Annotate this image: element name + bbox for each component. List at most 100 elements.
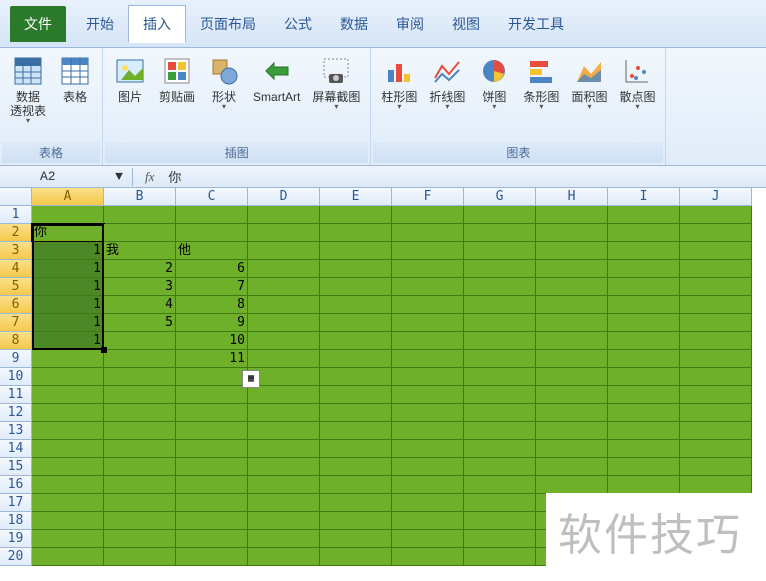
cell-A4[interactable]: 1 <box>32 260 104 278</box>
pivot-table-button[interactable]: 数据 透视表 ▾ <box>4 52 52 127</box>
shapes-button[interactable]: 形状 ▾ <box>201 52 247 113</box>
cell-G13[interactable] <box>464 422 536 440</box>
cell-E1[interactable] <box>320 206 392 224</box>
column-header-F[interactable]: F <box>392 188 464 206</box>
cell-F5[interactable] <box>392 278 464 296</box>
cell-F14[interactable] <box>392 440 464 458</box>
row-header-4[interactable]: 4 <box>0 260 32 278</box>
cell-J16[interactable] <box>680 476 752 494</box>
cell-B19[interactable] <box>104 530 176 548</box>
cell-G6[interactable] <box>464 296 536 314</box>
cell-D13[interactable] <box>248 422 320 440</box>
cell-B3[interactable]: 我 <box>104 242 176 260</box>
cell-I13[interactable] <box>608 422 680 440</box>
cell-H15[interactable] <box>536 458 608 476</box>
cell-H10[interactable] <box>536 368 608 386</box>
cell-E20[interactable] <box>320 548 392 566</box>
area-chart-button[interactable]: 面积图 ▾ <box>565 52 613 113</box>
row-header-18[interactable]: 18 <box>0 512 32 530</box>
cell-J4[interactable] <box>680 260 752 278</box>
cell-F9[interactable] <box>392 350 464 368</box>
cell-J3[interactable] <box>680 242 752 260</box>
cell-B1[interactable] <box>104 206 176 224</box>
cell-J13[interactable] <box>680 422 752 440</box>
cell-C1[interactable] <box>176 206 248 224</box>
column-header-G[interactable]: G <box>464 188 536 206</box>
cell-I7[interactable] <box>608 314 680 332</box>
cell-A8[interactable]: 1 <box>32 332 104 350</box>
cell-A17[interactable] <box>32 494 104 512</box>
cell-B16[interactable] <box>104 476 176 494</box>
cell-H5[interactable] <box>536 278 608 296</box>
cell-F18[interactable] <box>392 512 464 530</box>
cell-G15[interactable] <box>464 458 536 476</box>
cell-E13[interactable] <box>320 422 392 440</box>
cell-I11[interactable] <box>608 386 680 404</box>
formula-input[interactable]: 你 <box>162 167 766 186</box>
tab-insert[interactable]: 插入 <box>128 5 186 43</box>
cell-I12[interactable] <box>608 404 680 422</box>
cell-E8[interactable] <box>320 332 392 350</box>
tab-data[interactable]: 数据 <box>326 6 382 42</box>
cell-I2[interactable] <box>608 224 680 242</box>
row-header-19[interactable]: 19 <box>0 530 32 548</box>
cell-E14[interactable] <box>320 440 392 458</box>
cell-D6[interactable] <box>248 296 320 314</box>
row-header-16[interactable]: 16 <box>0 476 32 494</box>
cell-J1[interactable] <box>680 206 752 224</box>
row-header-10[interactable]: 10 <box>0 368 32 386</box>
cell-C2[interactable] <box>176 224 248 242</box>
cell-D2[interactable] <box>248 224 320 242</box>
cell-F3[interactable] <box>392 242 464 260</box>
cell-E17[interactable] <box>320 494 392 512</box>
cell-C3[interactable]: 他 <box>176 242 248 260</box>
cell-C10[interactable] <box>176 368 248 386</box>
autofill-options-icon[interactable]: ▦ <box>242 370 260 388</box>
cell-C11[interactable] <box>176 386 248 404</box>
cell-I4[interactable] <box>608 260 680 278</box>
cell-F16[interactable] <box>392 476 464 494</box>
cell-G14[interactable] <box>464 440 536 458</box>
cell-D1[interactable] <box>248 206 320 224</box>
cell-A18[interactable] <box>32 512 104 530</box>
cell-C4[interactable]: 6 <box>176 260 248 278</box>
cell-A1[interactable] <box>32 206 104 224</box>
cell-D15[interactable] <box>248 458 320 476</box>
cell-D20[interactable] <box>248 548 320 566</box>
cell-J11[interactable] <box>680 386 752 404</box>
cell-C12[interactable] <box>176 404 248 422</box>
cell-D3[interactable] <box>248 242 320 260</box>
cell-A9[interactable] <box>32 350 104 368</box>
cell-D19[interactable] <box>248 530 320 548</box>
column-header-A[interactable]: A <box>32 188 104 206</box>
cell-C16[interactable] <box>176 476 248 494</box>
cell-D5[interactable] <box>248 278 320 296</box>
cell-G5[interactable] <box>464 278 536 296</box>
column-chart-button[interactable]: 柱形图 ▾ <box>375 52 423 113</box>
cell-G1[interactable] <box>464 206 536 224</box>
cell-C9[interactable]: 11 <box>176 350 248 368</box>
cell-F10[interactable] <box>392 368 464 386</box>
tab-formula[interactable]: 公式 <box>270 6 326 42</box>
cell-J6[interactable] <box>680 296 752 314</box>
column-header-D[interactable]: D <box>248 188 320 206</box>
cell-E7[interactable] <box>320 314 392 332</box>
column-header-H[interactable]: H <box>536 188 608 206</box>
tab-home[interactable]: 开始 <box>72 6 128 42</box>
cell-D11[interactable] <box>248 386 320 404</box>
cell-G2[interactable] <box>464 224 536 242</box>
cell-C20[interactable] <box>176 548 248 566</box>
name-box-dropdown[interactable]: ▼ <box>110 169 128 184</box>
cell-B7[interactable]: 5 <box>104 314 176 332</box>
cell-D9[interactable] <box>248 350 320 368</box>
cell-C15[interactable] <box>176 458 248 476</box>
cell-G8[interactable] <box>464 332 536 350</box>
cell-I3[interactable] <box>608 242 680 260</box>
cell-C6[interactable]: 8 <box>176 296 248 314</box>
cell-E12[interactable] <box>320 404 392 422</box>
cell-A16[interactable] <box>32 476 104 494</box>
cell-B18[interactable] <box>104 512 176 530</box>
smartart-button[interactable]: SmartArt <box>247 52 306 106</box>
cell-B15[interactable] <box>104 458 176 476</box>
cell-I10[interactable] <box>608 368 680 386</box>
